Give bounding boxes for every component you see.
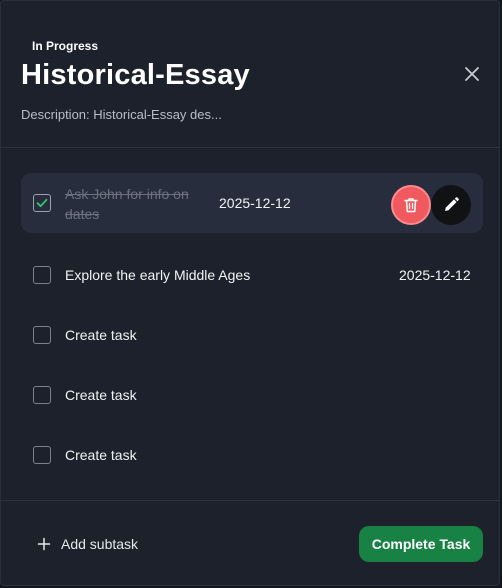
subtask-label: Create task — [65, 387, 137, 403]
trash-icon — [404, 198, 418, 213]
header-divider — [1, 147, 499, 148]
subtask-label: Create task — [65, 327, 137, 343]
subtask-checkbox[interactable] — [33, 446, 51, 464]
subtask-row[interactable]: Create task — [21, 305, 483, 365]
footer-divider — [1, 500, 499, 501]
close-icon — [465, 67, 479, 81]
subtask-checkbox[interactable] — [33, 194, 51, 212]
status-label: In Progress — [32, 39, 99, 53]
subtask-label: Create task — [65, 447, 137, 463]
delete-subtask-button[interactable] — [391, 185, 431, 225]
task-description: Description: Historical-Essay des... — [21, 107, 222, 122]
add-subtask-label: Add subtask — [61, 536, 139, 552]
complete-task-button[interactable]: Complete Task — [359, 526, 483, 562]
task-title: Historical-Essay — [21, 59, 250, 91]
subtask-row[interactable]: Ask John for info on dates 2025-12-12 — [21, 173, 483, 233]
add-subtask-button[interactable]: Add subtask — [37, 534, 138, 554]
subtask-label: Ask John for info on dates — [65, 186, 189, 222]
pencil-icon — [445, 197, 459, 211]
edit-subtask-button[interactable] — [431, 185, 471, 225]
subtask-checkbox[interactable] — [33, 326, 51, 344]
check-icon — [36, 198, 48, 208]
subtask-date: 2025-12-12 — [219, 195, 291, 211]
plus-icon — [37, 537, 51, 551]
subtask-label: Explore the early Middle Ages — [65, 267, 251, 283]
subtask-checkbox[interactable] — [33, 266, 51, 284]
subtask-checkbox[interactable] — [33, 386, 51, 404]
close-button[interactable] — [461, 63, 483, 85]
subtask-row[interactable]: Create task — [21, 425, 483, 485]
task-detail-panel: In Progress Historical-Essay Description… — [0, 0, 500, 586]
subtask-date: 2025-12-12 — [399, 267, 471, 283]
subtask-row[interactable]: Create task — [21, 365, 483, 425]
subtask-row[interactable]: Explore the early Middle Ages 2025-12-12 — [21, 245, 483, 305]
